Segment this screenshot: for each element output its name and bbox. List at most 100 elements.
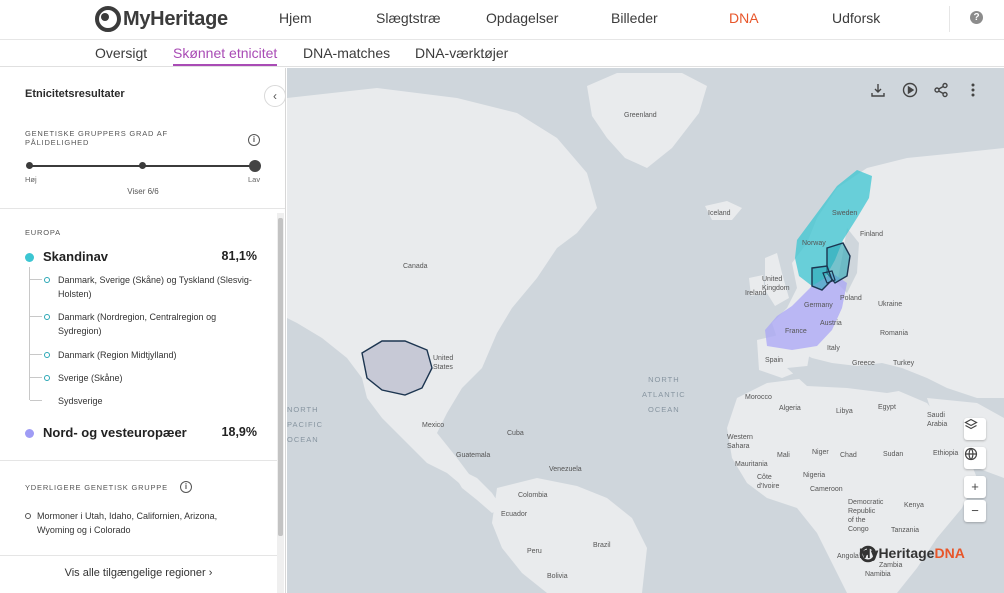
layers-icon[interactable] xyxy=(964,418,986,440)
logo-text: MyHeritage xyxy=(123,7,228,30)
subgroup-dot xyxy=(44,314,50,320)
scrollbar-thumb[interactable] xyxy=(278,218,283,536)
additional-group-item[interactable]: Mormoner i Utah, Idaho, Californien, Ari… xyxy=(25,509,245,537)
ocean-label-north-pacific: NORTH PACIFIC OCEAN xyxy=(287,405,324,444)
tab-dna-vaerktojer[interactable]: DNA-værktøjer xyxy=(415,45,508,64)
nav-item-udforsk[interactable]: Udforsk xyxy=(832,10,880,26)
tree-branch xyxy=(30,316,42,317)
ethnicity-row-skandinav[interactable]: Skandinav 81,1% xyxy=(25,249,257,267)
see-all-label: Vis alle tilgængelige regioner xyxy=(64,567,206,579)
myheritage-logo[interactable]: MyHeritage xyxy=(95,6,228,32)
nav-item-opdagelser[interactable]: Opdagelser xyxy=(486,10,558,26)
ethnicity-panel: Etnicitetsresultater ‹ GENETISKE GRUPPER… xyxy=(0,68,286,593)
map-label: Zambia xyxy=(879,562,903,569)
subgroup-item[interactable]: Danmark, Sverige (Skåne) og Tyskland (Sl… xyxy=(44,273,254,301)
slider-stop[interactable] xyxy=(26,162,33,169)
map-label: Algeria xyxy=(779,405,801,412)
map-label: Saudi Arabia xyxy=(927,412,948,428)
slider-count: Viser 6/6 xyxy=(127,187,159,196)
map-label: Iceland xyxy=(708,210,731,217)
zoom-out-icon: − xyxy=(971,503,979,518)
download-icon[interactable] xyxy=(870,82,890,102)
map-label: Sudan xyxy=(883,451,904,458)
map-label: Italy xyxy=(827,345,840,352)
subgroup-item[interactable]: Danmark (Nordregion, Centralregion og Sy… xyxy=(44,310,254,338)
map-label: Chad xyxy=(840,452,857,459)
map-label: Turkey xyxy=(893,360,915,367)
map-label: Romania xyxy=(880,330,909,337)
see-all-regions-link[interactable]: Vis alle tilgængelige regioner › xyxy=(0,567,277,579)
subgroup-label: Sydsverige xyxy=(58,396,103,406)
nav-item-hjem[interactable]: Hjem xyxy=(279,10,312,26)
map-label: Angola xyxy=(837,553,859,560)
map-label: Western Sahara xyxy=(727,434,753,450)
collapse-panel-button[interactable]: ‹ xyxy=(264,85,285,107)
zoom-out-button[interactable]: − xyxy=(964,500,986,522)
subgroup-label: Sverige (Skåne) xyxy=(58,373,123,383)
more-icon[interactable] xyxy=(965,82,985,102)
tab-skonnet-etnicitet[interactable]: Skønnet etnicitet xyxy=(173,45,278,66)
map-label: Niger xyxy=(812,449,829,456)
info-icon[interactable]: i xyxy=(180,481,192,493)
map-label: Sweden xyxy=(832,210,858,217)
subgroup-dot xyxy=(44,277,50,283)
zoom-in-icon: + xyxy=(971,479,979,494)
map-label: Colombia xyxy=(518,492,548,499)
map-label: Austria xyxy=(820,320,842,327)
map-label: Germany xyxy=(804,302,833,309)
slider-high-label: Lav xyxy=(248,175,261,184)
ethnicity-map[interactable]: Greenland Iceland Sweden Finland Norway … xyxy=(287,68,1004,593)
zoom-in-button[interactable]: + xyxy=(964,476,986,498)
map-label: Nigeria xyxy=(803,472,826,479)
subgroup-label: Danmark (Region Midtjylland) xyxy=(58,350,177,360)
tab-dna-matches[interactable]: DNA-matches xyxy=(303,45,390,64)
map-label: Cuba xyxy=(507,430,524,437)
tree-branch xyxy=(30,377,42,378)
info-icon[interactable]: i xyxy=(248,134,260,146)
map-label: Peru xyxy=(527,548,542,555)
sub-navigation: Oversigt Skønnet etnicitet DNA-matches D… xyxy=(0,40,1004,67)
nav-item-dna[interactable]: DNA xyxy=(729,10,759,26)
myheritage-logo-icon xyxy=(859,545,877,563)
map-label: Guatemala xyxy=(456,452,491,459)
map-label: Morocco xyxy=(745,394,772,401)
map-label: Greenland xyxy=(624,112,657,119)
map-label: United States xyxy=(433,355,454,371)
subgroup-item[interactable]: Sydsverige xyxy=(44,394,254,408)
ethnicity-row-nord-vesteuropaeer[interactable]: Nord- og vesteuropæer 18,9% xyxy=(25,425,257,443)
subgroup-dot xyxy=(44,375,50,381)
ethnicity-name: Skandinav xyxy=(43,249,109,264)
globe-icon[interactable] xyxy=(964,447,986,469)
map-label: Ethiopia xyxy=(933,450,959,457)
map-label: Namibia xyxy=(865,571,891,578)
map-label: Libya xyxy=(836,408,853,415)
map-label: Norway xyxy=(802,240,826,247)
ethnicity-color-dot xyxy=(25,429,34,438)
ethnicity-percent: 81,1% xyxy=(221,249,257,263)
tree-line xyxy=(29,267,30,400)
divider xyxy=(0,460,277,461)
ethnicity-color-dot xyxy=(25,253,34,262)
myheritage-logo-icon xyxy=(95,6,121,32)
panel-title: Etnicitetsresultater xyxy=(25,88,125,100)
map-label: Kenya xyxy=(904,502,924,509)
region-label: EUROPA xyxy=(25,228,61,237)
slider-stop[interactable] xyxy=(139,162,146,169)
play-icon[interactable] xyxy=(902,82,922,102)
nav-item-billeder[interactable]: Billeder xyxy=(611,10,658,26)
chevron-right-icon: › xyxy=(208,567,213,579)
slider-handle[interactable] xyxy=(249,160,261,172)
slider-low-label: Høj xyxy=(25,175,37,184)
nav-item-slaegtstrae[interactable]: Slægtstræ xyxy=(376,10,441,26)
additional-group-dot xyxy=(25,513,31,519)
subgroup-item[interactable]: Sverige (Skåne) xyxy=(44,371,254,385)
help-icon[interactable]: ? xyxy=(970,11,983,24)
map-label: Venezuela xyxy=(549,466,582,473)
map-label: Ukraine xyxy=(878,301,903,308)
landmass-south-america xyxy=(492,478,647,593)
tab-oversigt[interactable]: Oversigt xyxy=(95,45,147,64)
map-label: Bolivia xyxy=(547,573,568,580)
share-icon[interactable] xyxy=(933,82,953,102)
subgroup-item[interactable]: Danmark (Region Midtjylland) xyxy=(44,348,254,362)
nav-separator xyxy=(949,6,950,32)
